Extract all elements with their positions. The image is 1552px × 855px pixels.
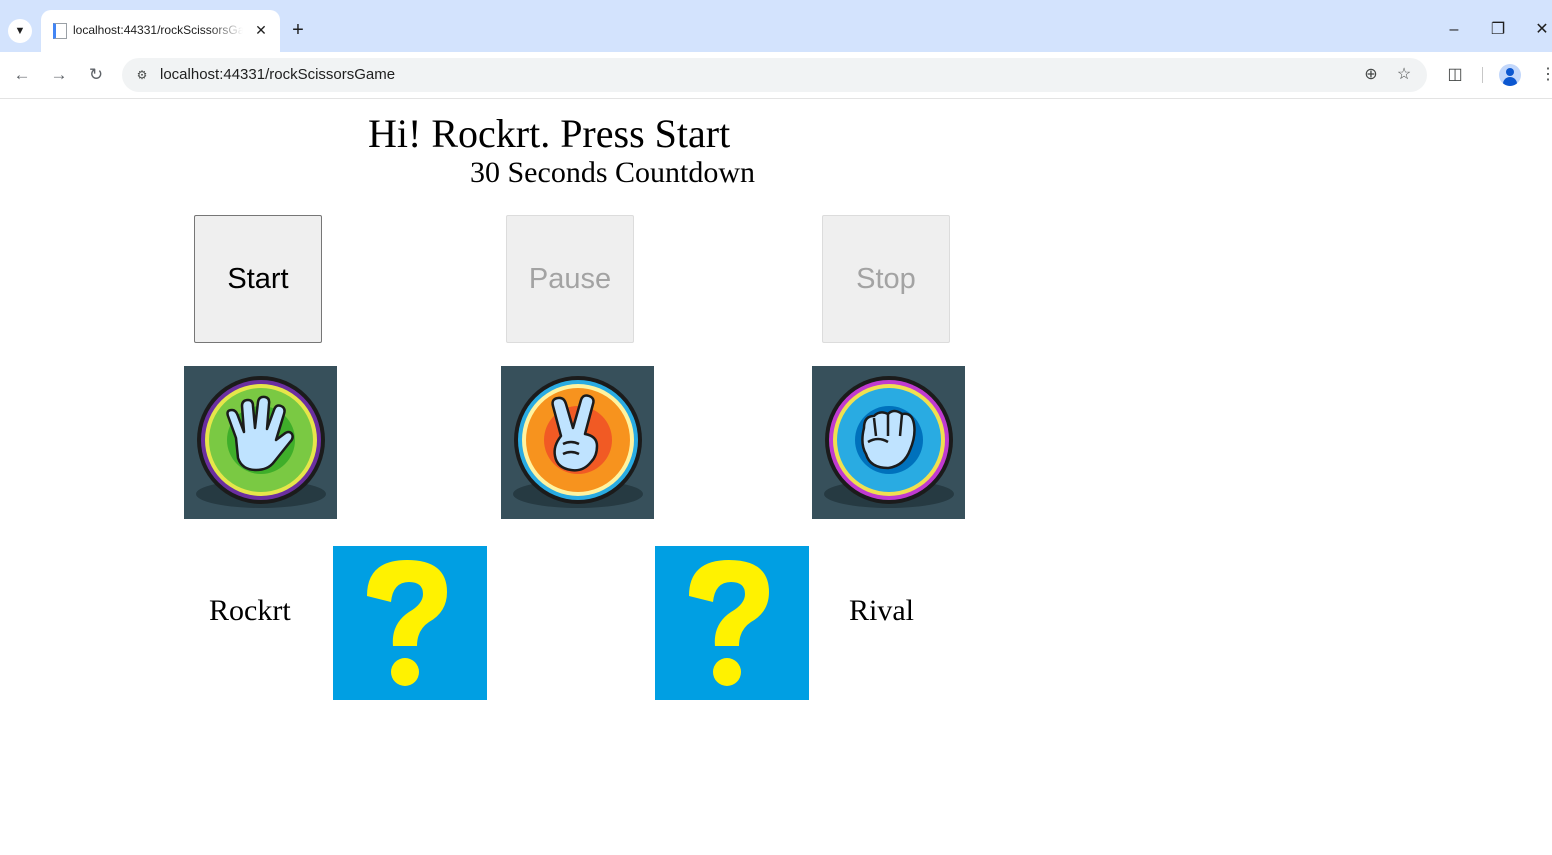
- player-choice-display: [333, 546, 487, 700]
- question-mark-icon: [367, 560, 447, 686]
- rival-name-label: Rival: [849, 594, 914, 627]
- url-text[interactable]: localhost:44331/rockScissorsGame: [160, 66, 395, 83]
- reload-icon[interactable]: ↻: [84, 63, 108, 87]
- zoom-icon[interactable]: ⊕: [1360, 65, 1382, 85]
- scissors-hand-icon: [513, 376, 643, 508]
- paper-choice-button[interactable]: [184, 366, 337, 519]
- bookmark-star-icon[interactable]: ☆: [1393, 65, 1415, 85]
- stop-button: Stop: [822, 215, 950, 343]
- start-button[interactable]: Start: [194, 215, 322, 343]
- site-info-icon[interactable]: ⚙: [132, 65, 152, 85]
- rock-choice-button[interactable]: [812, 366, 965, 519]
- back-arrow-icon[interactable]: ←: [10, 63, 34, 87]
- tab-title: localhost:44331/rockScissorsGame: [73, 23, 243, 37]
- page-title: Hi! Rockrt. Press Start: [368, 111, 731, 156]
- paper-hand-icon: [196, 376, 326, 508]
- pause-button: Pause: [506, 215, 634, 343]
- countdown-subtitle: 30 Seconds Countdown: [470, 156, 755, 189]
- browser-tab[interactable]: localhost:44331/rockScissorsGame ✕: [41, 10, 280, 52]
- menu-kebab-icon[interactable]: ⋮: [1536, 63, 1552, 87]
- restore-icon[interactable]: ❐: [1484, 18, 1512, 42]
- scissors-choice-button[interactable]: [501, 366, 654, 519]
- extensions-icon[interactable]: ◫: [1443, 63, 1467, 87]
- question-mark-icon: [689, 560, 769, 686]
- forward-arrow-icon[interactable]: →: [47, 63, 71, 87]
- tab-close-icon[interactable]: ✕: [251, 20, 271, 40]
- toolbar-divider: [1482, 67, 1483, 83]
- profile-avatar-icon[interactable]: [1499, 64, 1521, 86]
- browser-tab-bar: ▼ localhost:44331/rockScissorsGame ✕ + –…: [0, 0, 1552, 52]
- rock-hand-icon: [824, 376, 954, 508]
- rival-choice-display: [655, 546, 809, 700]
- page-favicon-icon: [53, 23, 67, 39]
- player-name-label: Rockrt: [209, 594, 291, 627]
- window-close-icon[interactable]: ✕: [1528, 18, 1552, 42]
- tab-search-chevron-icon[interactable]: ▼: [8, 19, 32, 43]
- address-bar[interactable]: ⚙ localhost:44331/rockScissorsGame ⊕ ☆: [122, 58, 1427, 92]
- minimize-icon[interactable]: –: [1440, 18, 1468, 42]
- browser-toolbar: ← → ↻ ⚙ localhost:44331/rockScissorsGame…: [0, 52, 1552, 99]
- new-tab-plus-icon[interactable]: +: [286, 18, 310, 42]
